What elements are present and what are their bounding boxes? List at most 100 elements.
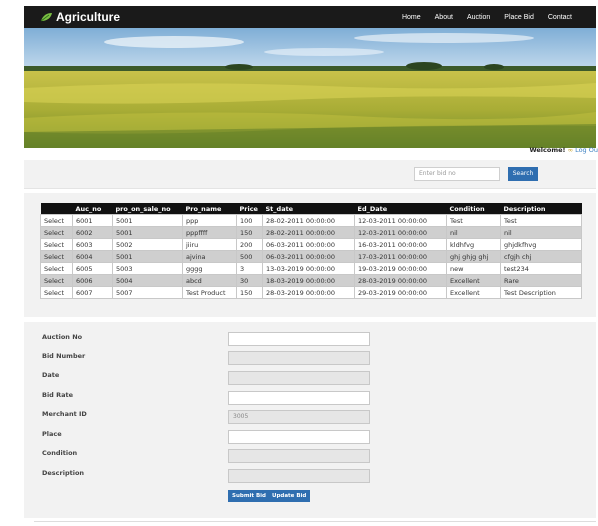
table-cell: gggg: [182, 262, 237, 275]
search-bar: Enter bid no Search: [24, 160, 596, 189]
table-cell: 6005: [72, 262, 113, 275]
table-cell: 12-03-2011 00:00:00: [354, 226, 447, 239]
select-link[interactable]: Select: [40, 238, 73, 251]
select-link[interactable]: Select: [40, 214, 73, 227]
table-cell: Test Description: [500, 286, 582, 299]
footer-divider: [34, 521, 596, 522]
table-cell: 100: [236, 214, 263, 227]
table-cell: 19-03-2019 00:00:00: [354, 262, 447, 275]
table-cell: cfgjh chj: [500, 250, 582, 263]
label-date: Date: [42, 371, 60, 379]
table-cell: 5003: [112, 262, 183, 275]
table-cell: 28-02-2011 00:00:00: [262, 214, 355, 227]
table-cell: 5002: [112, 238, 183, 251]
table-cell: ghj ghjg ghj: [446, 250, 501, 263]
table-cell: 30: [236, 274, 263, 287]
table-cell: 18-03-2019 00:00:00: [262, 274, 355, 287]
table-cell: 17-03-2011 00:00:00: [354, 250, 447, 263]
table-cell: 5001: [112, 226, 183, 239]
table-row: Select 6001 5001 ppp 100 28-02-2011 00:0…: [40, 214, 582, 227]
table-cell: new: [446, 262, 501, 275]
nav-home[interactable]: Home: [402, 14, 421, 21]
table-cell: 06-03-2011 00:00:00: [262, 238, 355, 251]
select-link[interactable]: Select: [40, 262, 73, 275]
table-row: Select 6006 5004 abcd 30 18-03-2019 00:0…: [40, 274, 582, 287]
column-header-st-date: St_date: [262, 203, 355, 215]
table-cell: nil: [446, 226, 501, 239]
bid-rate-input[interactable]: [228, 391, 370, 405]
select-link[interactable]: Select: [40, 286, 73, 299]
auction-no-input[interactable]: [228, 332, 370, 346]
select-link[interactable]: Select: [40, 226, 73, 239]
table-row: Select 6004 5001 ajvina 500 06-03-2011 0…: [40, 250, 582, 263]
logout-link[interactable]: Log Ou: [575, 146, 598, 154]
bid-search-input[interactable]: Enter bid no: [414, 167, 500, 181]
date-input[interactable]: [228, 371, 370, 385]
table-cell: 06-03-2011 00:00:00: [262, 250, 355, 263]
condition-input[interactable]: [228, 449, 370, 463]
leaf-icon: [40, 13, 52, 22]
table-cell: 5004: [112, 274, 183, 287]
welcome-message: Welcome! ∞ Log Ou: [529, 146, 598, 154]
table-cell: 6004: [72, 250, 113, 263]
table-cell: 29-03-2019 00:00:00: [354, 286, 447, 299]
select-link[interactable]: Select: [40, 250, 73, 263]
table-cell: Rare: [500, 274, 582, 287]
nav-about[interactable]: About: [435, 14, 453, 21]
welcome-text: Welcome!: [529, 146, 566, 154]
select-link[interactable]: Select: [40, 274, 73, 287]
column-header: [40, 203, 73, 215]
nav-contact[interactable]: Contact: [548, 14, 572, 21]
label-bid-rate: Bid Rate: [42, 391, 74, 399]
column-header-ed-date: Ed_Date: [354, 203, 447, 215]
auction-table-panel: Auc_no pro_on_sale_no Pro_name Price St_…: [24, 193, 596, 317]
nav-auction[interactable]: Auction: [467, 14, 490, 21]
table-cell: 150: [236, 226, 263, 239]
table-cell: ghjdkfhvg: [500, 238, 582, 251]
hero-banner-image: [24, 28, 596, 148]
table-cell: 6006: [72, 274, 113, 287]
search-button[interactable]: Search: [508, 167, 538, 181]
submit-bid-button[interactable]: Submit Bid: [228, 490, 270, 502]
place-input[interactable]: [228, 430, 370, 444]
table-row: Select 6007 5007 Test Product 150 28-03-…: [40, 286, 582, 299]
table-cell: ppp: [182, 214, 237, 227]
label-condition: Condition: [42, 449, 78, 457]
column-header-price: Price: [236, 203, 263, 215]
label-bid-number: Bid Number: [42, 352, 86, 360]
column-header-condition: Condition: [446, 203, 501, 215]
column-header-pro-on-sale-no: pro_on_sale_no: [112, 203, 183, 215]
table-cell: 13-03-2019 00:00:00: [262, 262, 355, 275]
merchant-id-input[interactable]: 3005: [228, 410, 370, 424]
table-cell: 6007: [72, 286, 113, 299]
table-cell: 12-03-2011 00:00:00: [354, 214, 447, 227]
bid-number-input[interactable]: [228, 351, 370, 365]
table-cell: Excellent: [446, 286, 501, 299]
table-cell: ajvina: [182, 250, 237, 263]
table-cell: pppffff: [182, 226, 237, 239]
table-row: Select 6005 5003 gggg 3 13-03-2019 00:00…: [40, 262, 582, 275]
table-cell: abcd: [182, 274, 237, 287]
table-row: Select 6002 5001 pppffff 150 28-02-2011 …: [40, 226, 582, 239]
table-cell: nil: [500, 226, 582, 239]
table-cell: 6002: [72, 226, 113, 239]
label-description: Description: [42, 469, 85, 477]
label-auction-no: Auction No: [42, 333, 83, 341]
top-navbar: Agriculture Home About Auction Place Bid…: [24, 6, 596, 28]
table-cell: 6003: [72, 238, 113, 251]
table-cell: Test: [500, 214, 582, 227]
brand-logo[interactable]: Agriculture: [40, 10, 120, 24]
bid-form-panel: Auction No Bid Number Date Bid Rate Merc…: [24, 322, 596, 518]
update-bid-button[interactable]: Update Bid: [268, 490, 311, 502]
label-merchant-id: Merchant ID: [42, 410, 87, 418]
column-header-pro-name: Pro_name: [182, 203, 237, 215]
table-cell: 5007: [112, 286, 183, 299]
table-cell: Test: [446, 214, 501, 227]
table-cell: 3: [236, 262, 263, 275]
table-row: Select 6003 5002 jiiru 200 06-03-2011 00…: [40, 238, 582, 251]
column-header-description: Description: [500, 203, 582, 215]
nav-place-bid[interactable]: Place Bid: [504, 14, 534, 21]
table-cell: 5001: [112, 214, 183, 227]
description-input[interactable]: [228, 469, 370, 483]
table-cell: 6001: [72, 214, 113, 227]
